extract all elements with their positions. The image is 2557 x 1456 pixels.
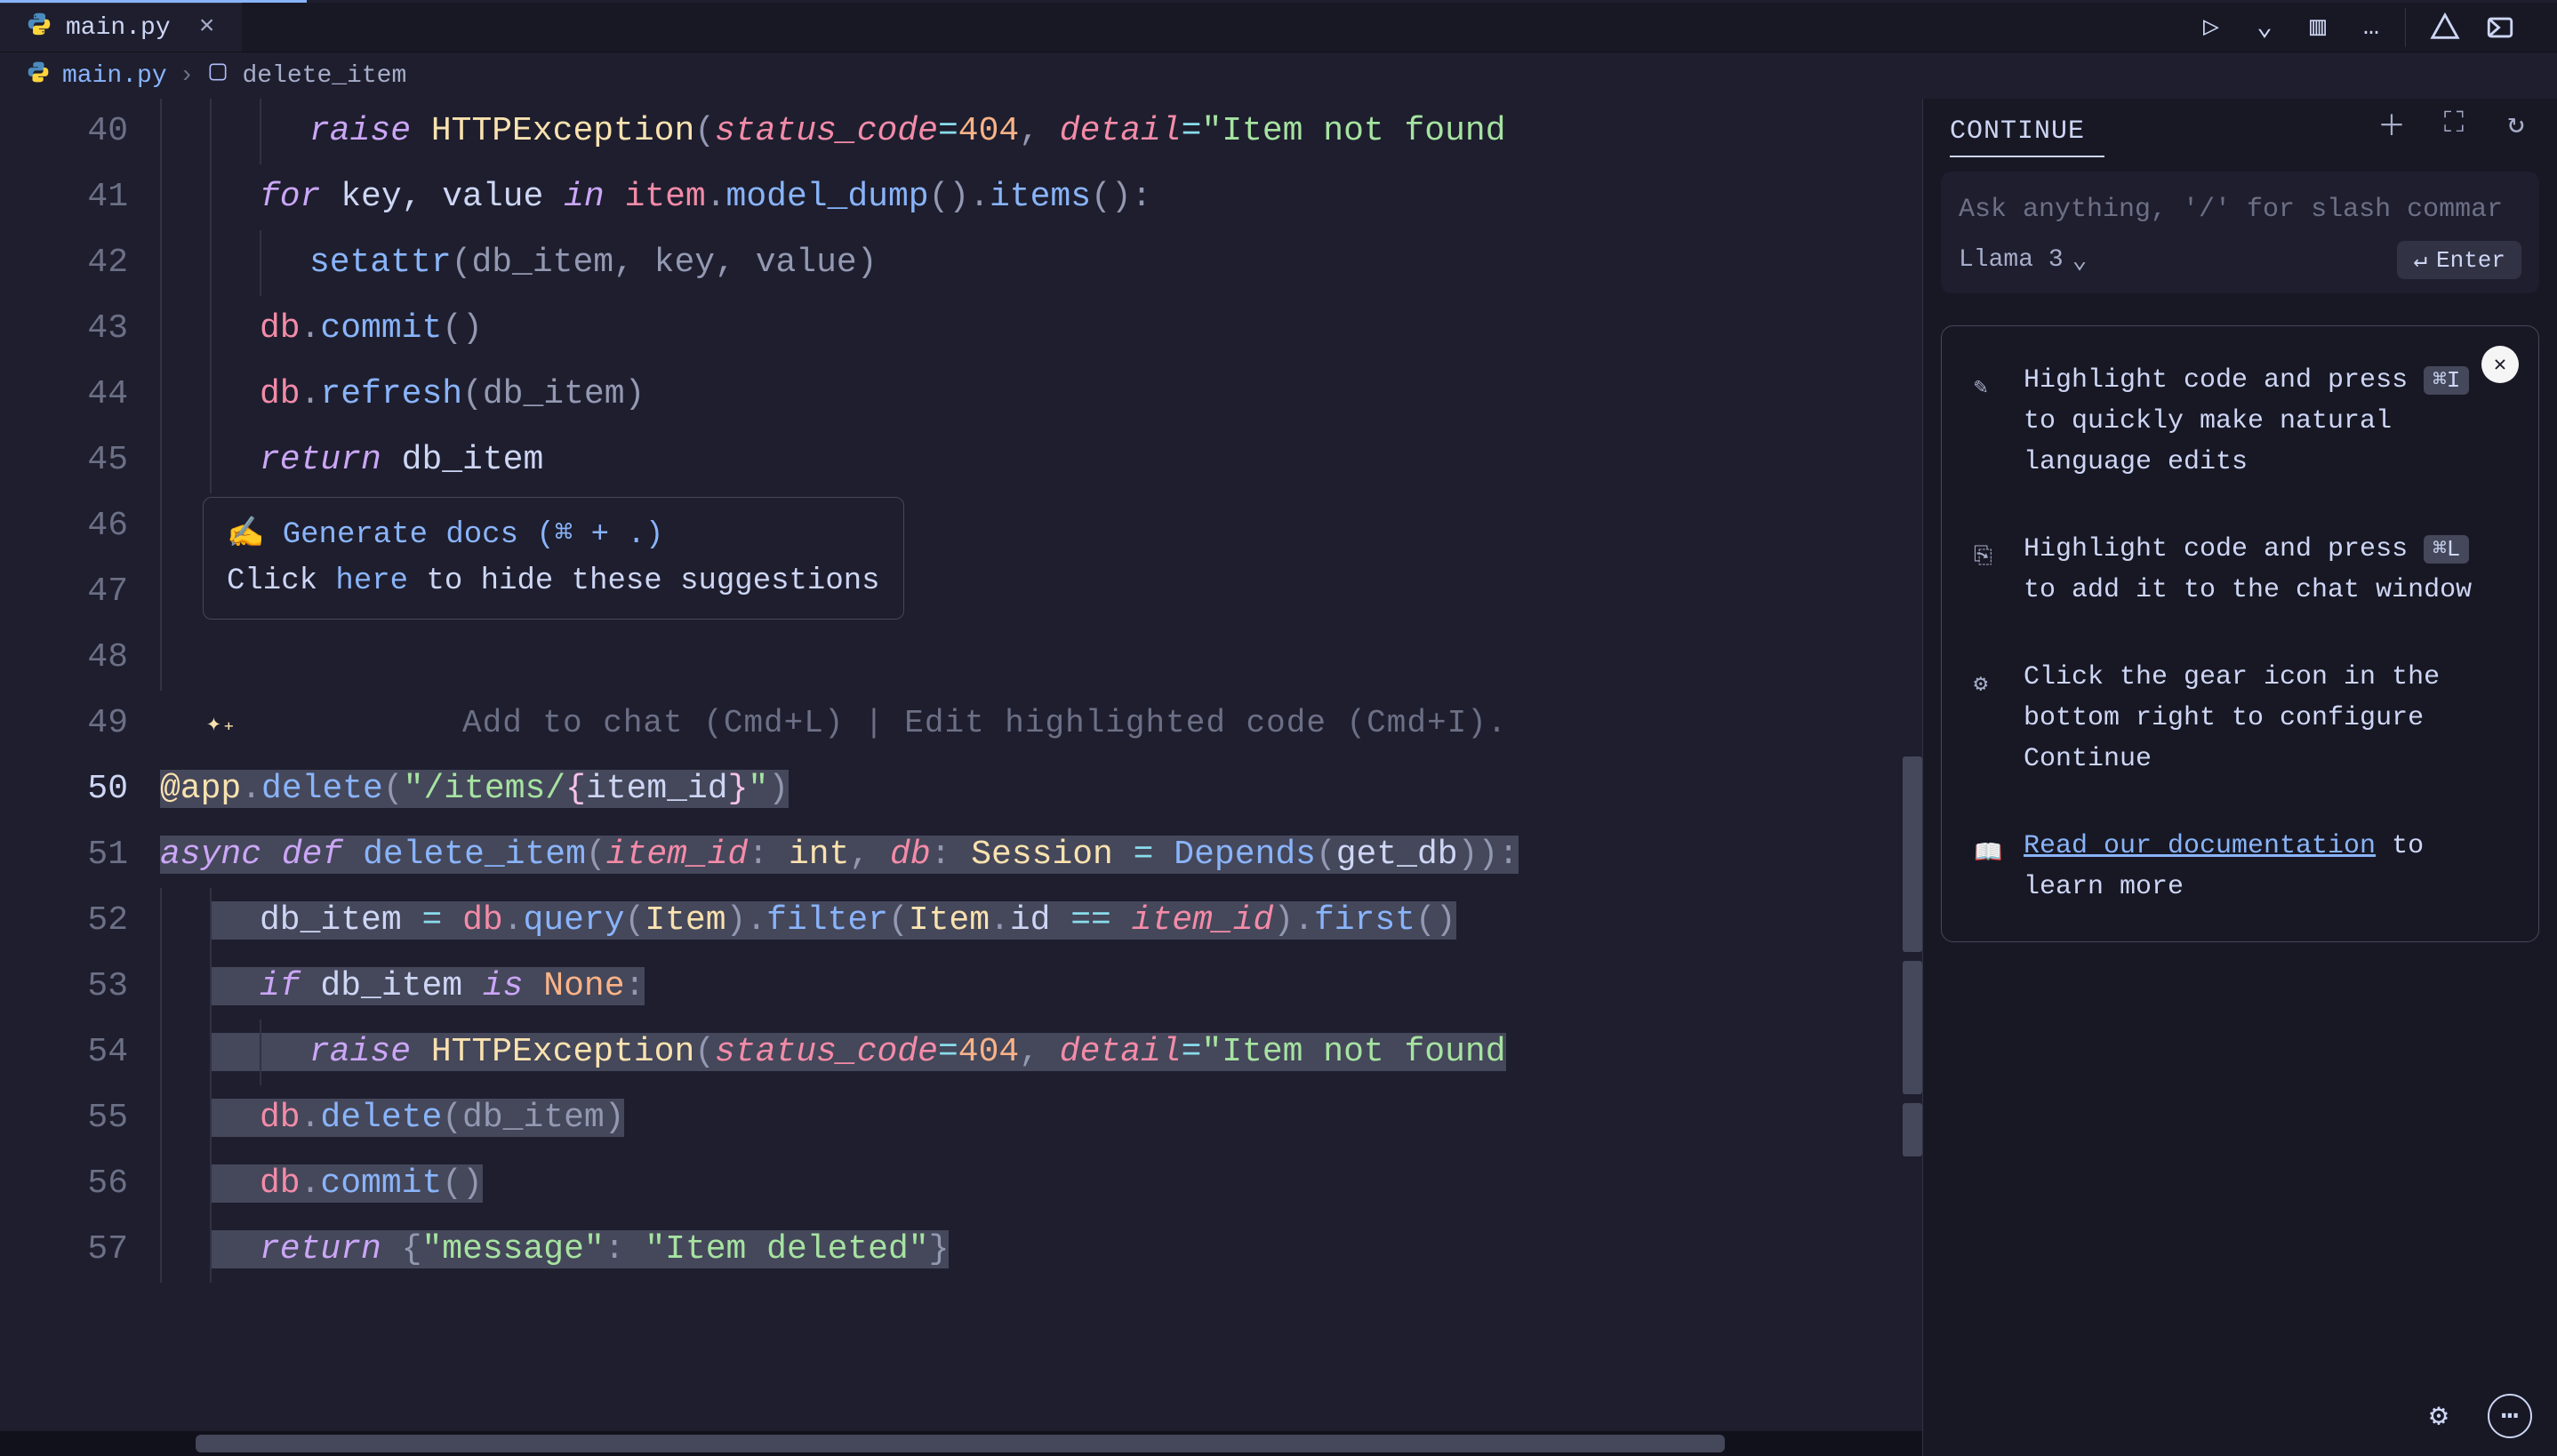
tab-main-py[interactable]: main.py × bbox=[0, 3, 242, 52]
code-line-40[interactable]: raise HTTPException(status_code=404, det… bbox=[160, 99, 1922, 164]
code-body[interactable]: raise HTTPException(status_code=404, det… bbox=[160, 99, 1922, 1431]
breadcrumb-symbol[interactable]: delete_item bbox=[242, 62, 406, 90]
continue-panel: CONTINUE ＋ ⛶ ↻ Ask anything, '/' for sla… bbox=[1922, 99, 2557, 1456]
ai-sparkle-icon[interactable]: ✦₊ bbox=[206, 692, 236, 758]
code-line-55[interactable]: db.delete(db_item) bbox=[160, 1085, 1922, 1151]
tips-card: ✕ ✎ Highlight code and press ⌘I to quick… bbox=[1941, 325, 2539, 942]
history-icon[interactable]: ↻ bbox=[2498, 106, 2534, 141]
gear-icon: ⚙ bbox=[1974, 657, 2000, 780]
code-lens[interactable]: Add to chat (Cmd+L) | Edit highlighted c… bbox=[462, 691, 1507, 756]
secondary-panel-icon[interactable] bbox=[2481, 8, 2520, 47]
more-menu-icon[interactable]: ⋯ bbox=[2488, 1394, 2532, 1438]
code-line-42[interactable]: setattr(db_item, key, value) bbox=[160, 230, 1922, 296]
breadcrumb-sep-icon: › bbox=[180, 62, 195, 90]
editor-actions: ▷ ⌄ ▥ … bbox=[2192, 8, 2557, 47]
continue-title: CONTINUE bbox=[1950, 116, 2085, 147]
book-icon: 📖 bbox=[1974, 826, 2000, 908]
close-icon[interactable]: × bbox=[199, 12, 215, 43]
chevron-down-icon: ⌄ bbox=[2072, 244, 2088, 276]
copy-icon: ⎘ bbox=[1974, 529, 2000, 611]
enter-button[interactable]: ↵ Enter bbox=[2397, 241, 2521, 279]
expand-icon[interactable]: ⛶ bbox=[2436, 106, 2472, 141]
run-icon[interactable]: ▷ bbox=[2192, 8, 2231, 47]
generate-docs-suggestion[interactable]: ✍️ Generate docs (⌘ + .) bbox=[227, 512, 880, 558]
hide-suggestions-link[interactable]: here bbox=[335, 564, 408, 598]
inline-suggestion-box: ✍️ Generate docs (⌘ + .) Click here to h… bbox=[203, 497, 904, 620]
code-line-45[interactable]: return db_item bbox=[160, 428, 1922, 493]
tip-configure: ⚙ Click the gear icon in the bottom righ… bbox=[1974, 657, 2506, 780]
tip-edit: ✎ Highlight code and press ⌘I to quickly… bbox=[1974, 360, 2506, 483]
line-number-gutter: 40 41 42 43 44 45 46 47 48 49 50 51 52 5… bbox=[0, 99, 160, 1431]
code-line-52[interactable]: db_item = db.query(Item).filter(Item.id … bbox=[160, 888, 1922, 954]
more-actions-icon[interactable]: … bbox=[2352, 8, 2391, 47]
code-line-51[interactable]: async def delete_item(item_id: int, db: … bbox=[160, 822, 1922, 888]
breadcrumb-file[interactable]: main.py bbox=[62, 62, 167, 90]
horizontal-scrollbar[interactable] bbox=[0, 1431, 1922, 1456]
enter-key-icon: ↵ bbox=[2413, 246, 2427, 274]
hide-suggestions-hint: Click here to hide these suggestions bbox=[227, 558, 880, 604]
minimap[interactable] bbox=[1892, 99, 1922, 1431]
pencil-icon: ✍️ bbox=[227, 518, 264, 552]
code-line-56[interactable]: db.commit() bbox=[160, 1151, 1922, 1217]
function-icon bbox=[206, 60, 229, 92]
editor-pane: 40 41 42 43 44 45 46 47 48 49 50 51 52 5… bbox=[0, 99, 1922, 1456]
settings-gear-icon[interactable]: ⚙ bbox=[2417, 1394, 2461, 1438]
tab-filename: main.py bbox=[66, 14, 171, 42]
code-line-54[interactable]: raise HTTPException(status_code=404, det… bbox=[160, 1020, 1922, 1085]
close-tips-button[interactable]: ✕ bbox=[2481, 346, 2519, 383]
code-line-41[interactable]: for key, value in item.model_dump().item… bbox=[160, 164, 1922, 230]
tip-chat: ⎘ Highlight code and press ⌘L to add it … bbox=[1974, 529, 2506, 611]
split-editor-icon[interactable]: ▥ bbox=[2298, 8, 2337, 47]
python-icon bbox=[27, 60, 50, 92]
scrollbar-thumb[interactable] bbox=[196, 1435, 1725, 1452]
continue-logo-icon[interactable] bbox=[2425, 8, 2465, 47]
run-chevron-icon[interactable]: ⌄ bbox=[2245, 8, 2284, 47]
tab-bar: main.py × ▷ ⌄ ▥ … bbox=[0, 3, 2557, 52]
new-chat-icon[interactable]: ＋ bbox=[2374, 106, 2409, 141]
code-line-43[interactable]: db.commit() bbox=[160, 296, 1922, 362]
tip-docs: 📖 Read our documentation to learn more bbox=[1974, 826, 2506, 908]
code-line-50[interactable]: @app.delete("/items/{item_id}") bbox=[160, 756, 1922, 822]
chat-input-container: Ask anything, '/' for slash commar Llama… bbox=[1941, 172, 2539, 293]
edit-icon: ✎ bbox=[1974, 360, 2000, 483]
breadcrumb: main.py › delete_item bbox=[0, 52, 2557, 99]
model-selector[interactable]: Llama 3 ⌄ bbox=[1959, 244, 2087, 276]
documentation-link[interactable]: Read our documentation bbox=[2024, 831, 2376, 861]
python-icon bbox=[27, 12, 52, 44]
code-line-48[interactable] bbox=[160, 625, 1922, 691]
code-line-44[interactable]: db.refresh(db_item) bbox=[160, 362, 1922, 428]
code-line-57[interactable]: return {"message": "Item deleted"} bbox=[160, 1217, 1922, 1283]
code-line-53[interactable]: if db_item is None: bbox=[160, 954, 1922, 1020]
chat-input[interactable]: Ask anything, '/' for slash commar bbox=[1959, 186, 2521, 241]
